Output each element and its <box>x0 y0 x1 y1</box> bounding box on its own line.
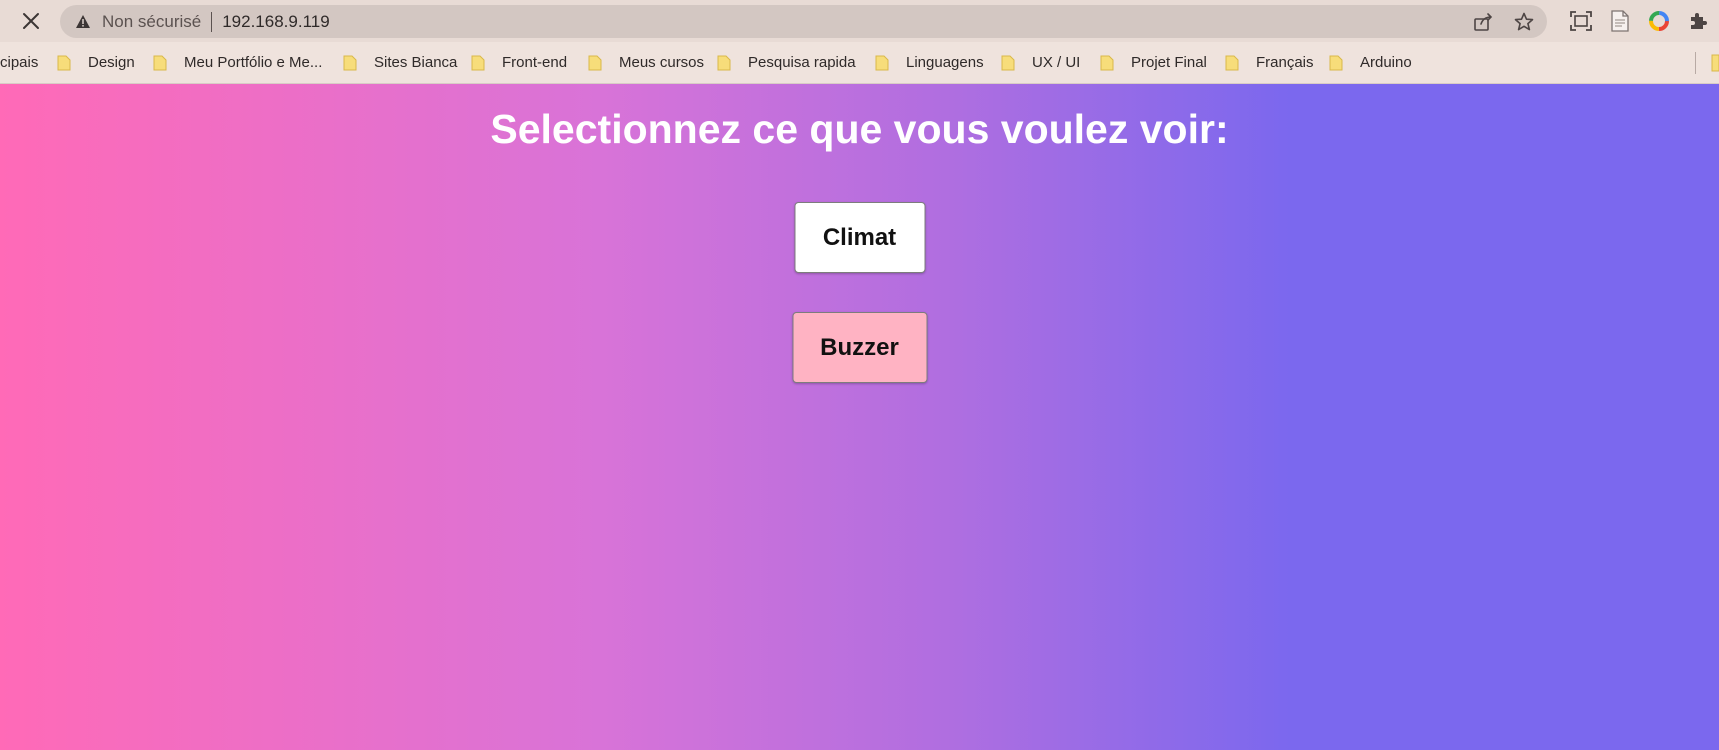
bookmark-label: Français <box>1256 54 1314 71</box>
bookmark-label: Meus cursos <box>619 54 705 71</box>
share-icon[interactable] <box>1473 11 1495 33</box>
bookmark-label: Front-end <box>502 54 568 71</box>
folder-icon <box>1099 55 1115 71</box>
bookmark-pesquisa-rapida[interactable]: Pesquisa rapida <box>716 54 856 71</box>
buzzer-button[interactable]: Buzzer <box>792 312 927 383</box>
profile-ring-icon[interactable] <box>1648 10 1670 32</box>
address-separator <box>211 11 213 32</box>
folder-icon <box>1000 55 1016 71</box>
bookmark-label: Design <box>88 54 135 71</box>
folder-icon <box>716 55 732 71</box>
browser-actions <box>1570 10 1709 32</box>
bookmark-projet-final[interactable]: Projet Final <box>1099 54 1207 71</box>
browser-toolbar: Non sécurisé 192.168.9.119 <box>0 0 1719 42</box>
folder-icon <box>56 55 72 71</box>
close-icon[interactable] <box>20 10 42 32</box>
other-bookmarks-folder-icon[interactable] <box>1711 54 1719 72</box>
bookmark-label: Projet Final <box>1131 54 1207 71</box>
bookmark-label: Arduino <box>1360 54 1412 71</box>
folder-icon <box>1224 55 1240 71</box>
bookmark-label: Sites Bianca <box>374 54 458 71</box>
extensions-puzzle-icon[interactable] <box>1687 10 1709 32</box>
folder-icon <box>874 55 890 71</box>
address-bar-actions <box>1473 5 1535 38</box>
page-content: Selectionnez ce que vous voulez voir: Cl… <box>0 84 1719 750</box>
bookmark-label: Pesquisa rapida <box>748 54 856 71</box>
bookmark-front-end[interactable]: Front-end <box>470 54 567 71</box>
bookmark-linguagens[interactable]: Linguagens <box>874 54 984 71</box>
warning-icon[interactable] <box>74 13 92 31</box>
bookmark-label: Linguagens <box>906 54 984 71</box>
bookmark-label: Meu Portfólio e Me... <box>184 54 323 71</box>
url-text[interactable]: 192.168.9.119 <box>222 12 329 32</box>
folder-icon <box>587 55 603 71</box>
bookmark-design[interactable]: Design <box>56 54 135 71</box>
reading-mode-icon[interactable] <box>1609 10 1631 32</box>
bookmark-francais[interactable]: Français <box>1224 54 1314 71</box>
page-title: Selectionnez ce que vous voulez voir: <box>490 106 1229 152</box>
bookmark-label: UX / UI <box>1032 54 1081 71</box>
folder-icon <box>152 55 168 71</box>
bookmark-partial[interactable]: cipais <box>0 54 38 71</box>
bookmark-sites-bianca[interactable]: Sites Bianca <box>342 54 457 71</box>
climat-button[interactable]: Climat <box>794 202 925 273</box>
folder-icon <box>1328 55 1344 71</box>
bookmark-arduino[interactable]: Arduino <box>1328 54 1412 71</box>
bookmarks-bar: cipais Design Meu Portfólio e Me... Site… <box>0 42 1719 84</box>
security-label[interactable]: Non sécurisé <box>102 12 201 32</box>
folder-icon <box>342 55 358 71</box>
folder-icon <box>470 55 486 71</box>
address-bar[interactable]: Non sécurisé 192.168.9.119 <box>60 5 1547 38</box>
bookmark-meus-cursos[interactable]: Meus cursos <box>587 54 704 71</box>
bookmark-meu-portfolio[interactable]: Meu Portfólio e Me... <box>152 54 322 71</box>
screenshot-icon[interactable] <box>1570 10 1592 32</box>
star-icon[interactable] <box>1513 11 1535 33</box>
bookmarks-divider <box>1695 52 1696 74</box>
browser-window: Non sécurisé 192.168.9.119 cipais Design… <box>0 0 1719 750</box>
bookmark-ux-ui[interactable]: UX / UI <box>1000 54 1080 71</box>
